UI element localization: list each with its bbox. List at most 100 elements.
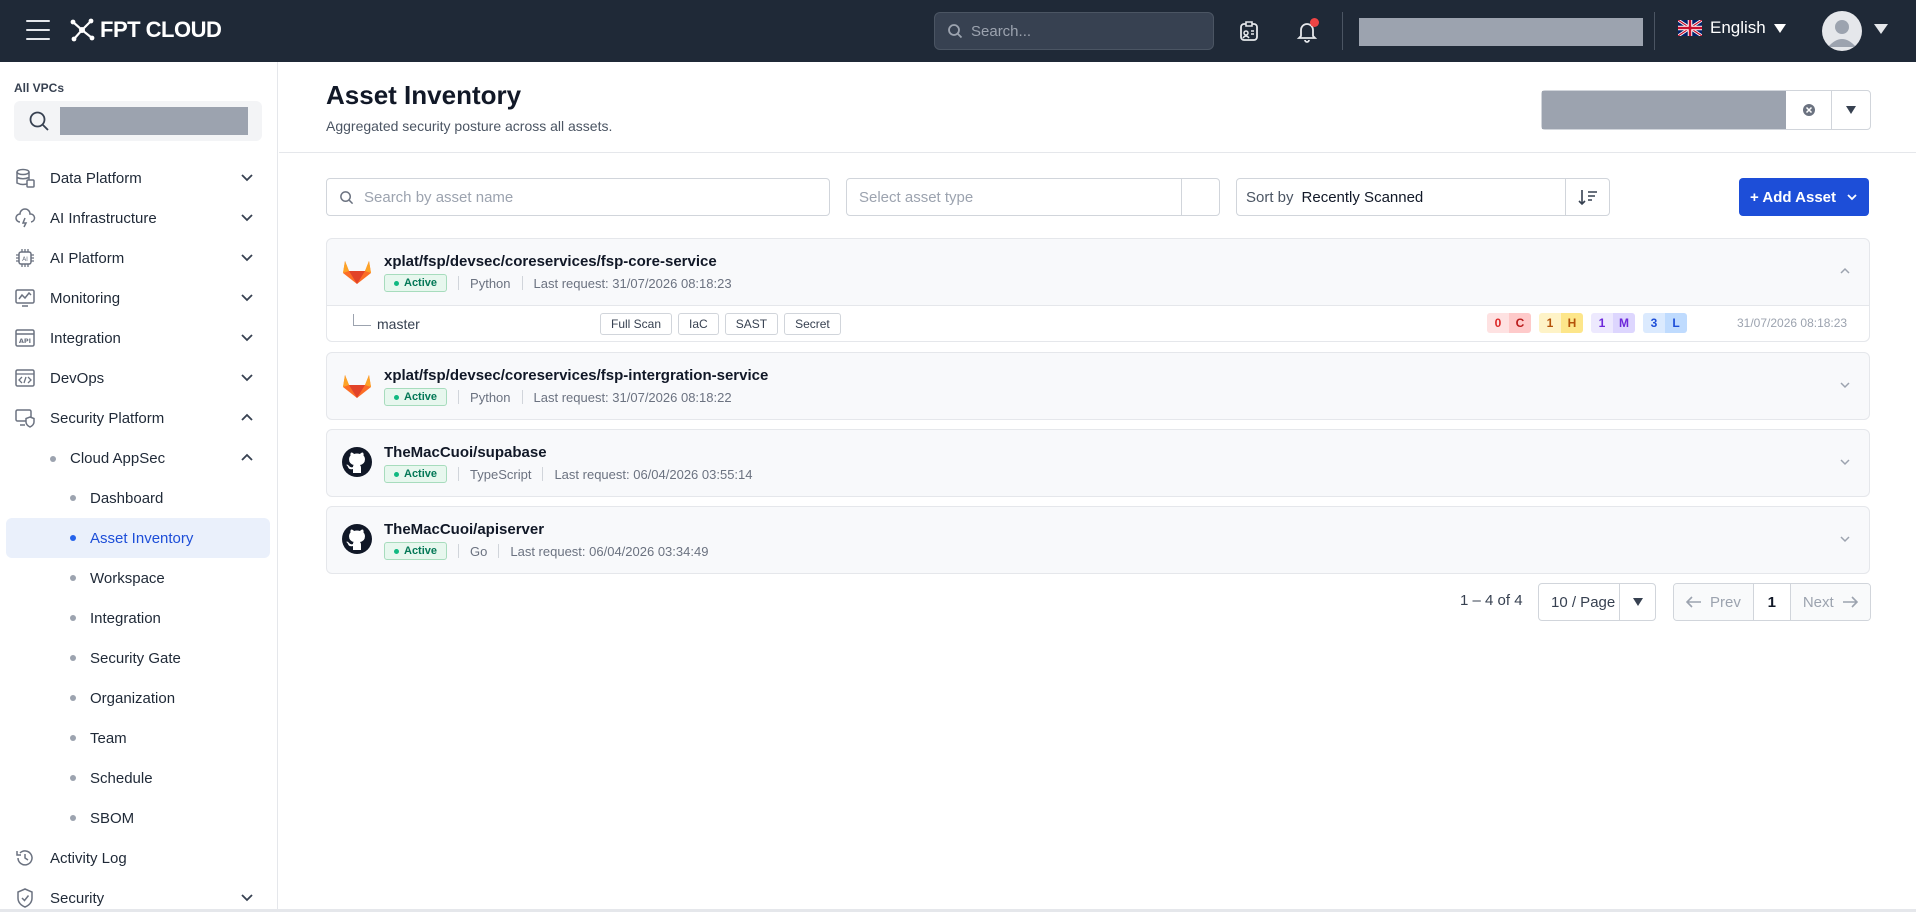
sidebar-item-schedule[interactable]: Schedule bbox=[0, 758, 277, 798]
sort-direction-button[interactable] bbox=[1565, 179, 1609, 215]
redacted-field bbox=[1359, 18, 1643, 46]
status-badge: Active bbox=[384, 542, 448, 560]
chevron-down-icon[interactable] bbox=[1839, 534, 1851, 544]
sidebar-item-label: Workspace bbox=[90, 569, 165, 587]
sidebar-item-label: Dashboard bbox=[90, 489, 164, 507]
sidebar-item-security[interactable]: Security bbox=[0, 878, 277, 912]
pagination: Prev 1 Next bbox=[1673, 583, 1871, 621]
language-selector[interactable]: English bbox=[1678, 18, 1786, 38]
global-search[interactable] bbox=[934, 12, 1214, 50]
sidebar-item-activity-log[interactable]: Activity Log bbox=[0, 838, 277, 878]
page-number-button[interactable]: 1 bbox=[1752, 584, 1791, 620]
vpc-selector[interactable] bbox=[14, 101, 262, 141]
page-size-dropdown-toggle[interactable] bbox=[1619, 584, 1655, 620]
sidebar-item-label: SBOM bbox=[90, 809, 135, 827]
sidebar-item-security-platform[interactable]: Security Platform bbox=[0, 398, 277, 438]
sidebar-item-cloud-appsec[interactable]: Cloud AppSec bbox=[0, 438, 277, 478]
code-window-icon bbox=[15, 369, 35, 387]
redacted-project-name bbox=[1542, 91, 1786, 129]
sidebar-item-label: Team bbox=[90, 729, 127, 747]
shield-check-icon bbox=[17, 888, 33, 908]
asset-language: TypeScript bbox=[470, 466, 532, 482]
sidebar-item-asset-inventory[interactable]: Asset Inventory bbox=[6, 518, 270, 558]
asset-card: TheMacCuoi/apiserver Active Go Last requ… bbox=[326, 506, 1870, 574]
asset-card-header[interactable]: TheMacCuoi/apiserver Active Go Last requ… bbox=[327, 507, 1869, 573]
main-content: Asset Inventory Aggregated security post… bbox=[279, 62, 1916, 912]
sidebar-item-organization[interactable]: Organization bbox=[0, 678, 277, 718]
notifications-button[interactable] bbox=[1294, 18, 1320, 44]
sidebar-item-appsec-integration[interactable]: Integration bbox=[0, 598, 277, 638]
sidebar-item-monitoring[interactable]: Monitoring bbox=[0, 278, 277, 318]
separator bbox=[458, 276, 460, 290]
chevron-up-icon[interactable] bbox=[1839, 266, 1851, 276]
scan-tag-secret[interactable]: Secret bbox=[784, 313, 841, 335]
clear-selection-button[interactable] bbox=[1786, 91, 1832, 129]
add-asset-button[interactable]: + Add Asset bbox=[1739, 178, 1869, 216]
next-page-button[interactable]: Next bbox=[1790, 584, 1870, 620]
menu-icon[interactable] bbox=[26, 20, 50, 40]
user-avatar[interactable] bbox=[1822, 11, 1862, 51]
asset-card-header[interactable]: TheMacCuoi/supabase Active TypeScript La… bbox=[327, 430, 1869, 496]
sort-select[interactable]: Sort by Recently Scanned bbox=[1236, 178, 1610, 216]
sidebar-item-label: Cloud AppSec bbox=[70, 449, 166, 467]
sidebar-item-label: Schedule bbox=[90, 769, 153, 787]
asset-search-input[interactable] bbox=[364, 188, 814, 206]
sidebar-item-team[interactable]: Team bbox=[0, 718, 277, 758]
asset-card: xplat/fsp/devsec/coreservices/fsp-interg… bbox=[326, 352, 1870, 420]
bullet-dot bbox=[70, 615, 76, 621]
sidebar-item-dashboard[interactable]: Dashboard bbox=[0, 478, 277, 518]
global-search-input[interactable] bbox=[971, 22, 1201, 40]
asset-name[interactable]: TheMacCuoi/supabase bbox=[384, 444, 547, 461]
chevron-down-icon[interactable] bbox=[1839, 457, 1851, 467]
asset-type-dropdown-toggle[interactable] bbox=[1181, 179, 1219, 215]
sidebar-item-security-gate[interactable]: Security Gate bbox=[0, 638, 277, 678]
chevron-down-icon[interactable] bbox=[1839, 380, 1851, 390]
asset-card-header[interactable]: xplat/fsp/devsec/coreservices/fsp-interg… bbox=[327, 353, 1869, 419]
sidebar-item-workspace[interactable]: Workspace bbox=[0, 558, 277, 598]
scan-tag-sast[interactable]: SAST bbox=[724, 313, 779, 335]
asset-search[interactable] bbox=[326, 178, 830, 216]
chevron-down-icon bbox=[241, 294, 253, 302]
chevron-up-icon bbox=[241, 453, 253, 461]
asset-meta: Active Python Last request: 31/07/2026 0… bbox=[384, 274, 732, 292]
scan-tag-iac[interactable]: IaC bbox=[678, 313, 719, 335]
user-menu-caret-icon[interactable] bbox=[1874, 24, 1888, 34]
chevron-down-icon bbox=[241, 334, 253, 342]
sidebar-item-ai-infrastructure[interactable]: AI Infrastructure bbox=[0, 198, 277, 238]
sort-label: Sort by bbox=[1246, 188, 1294, 206]
sidebar-item-data-platform[interactable]: Data Platform bbox=[0, 158, 277, 198]
next-label: Next bbox=[1802, 593, 1834, 611]
fpt-cloud-logo[interactable]: FPT CLOUD bbox=[68, 16, 222, 44]
status-badge: Active bbox=[384, 388, 448, 406]
gitlab-icon bbox=[343, 375, 371, 398]
asset-name[interactable]: xplat/fsp/devsec/coreservices/fsp-core-s… bbox=[384, 253, 717, 270]
tasks-icon[interactable] bbox=[1236, 18, 1262, 44]
project-selector[interactable] bbox=[1541, 90, 1871, 130]
branch-row[interactable]: master Full Scan IaC SAST Secret 0 C 1 H… bbox=[327, 305, 1869, 341]
divider bbox=[1654, 12, 1655, 50]
asset-type-select[interactable]: Select asset type bbox=[846, 178, 1220, 216]
scan-tag-full-scan[interactable]: Full Scan bbox=[600, 313, 673, 335]
shield-monitor-icon bbox=[15, 409, 35, 428]
logo-mark-icon bbox=[70, 18, 95, 42]
page-size-select[interactable]: 10 / Page bbox=[1538, 583, 1656, 621]
asset-name[interactable]: TheMacCuoi/apiserver bbox=[384, 521, 544, 538]
bullet-dot bbox=[70, 735, 76, 741]
separator bbox=[521, 390, 523, 404]
asset-last-request: Last request: 06/04/2026 03:55:14 bbox=[554, 466, 753, 482]
asset-name[interactable]: xplat/fsp/devsec/coreservices/fsp-interg… bbox=[384, 367, 768, 384]
separator bbox=[498, 544, 500, 558]
language-label: English bbox=[1710, 18, 1766, 37]
chevron-down-icon bbox=[241, 214, 253, 222]
sidebar-item-label: Asset Inventory bbox=[90, 529, 194, 547]
header-divider bbox=[279, 152, 1916, 153]
severity-high: 1 H bbox=[1539, 313, 1583, 333]
sidebar-item-sbom[interactable]: SBOM bbox=[0, 798, 277, 838]
sidebar-item-ai-platform[interactable]: AI AI Platform bbox=[0, 238, 277, 278]
prev-page-button[interactable]: Prev bbox=[1674, 584, 1753, 620]
asset-card-header[interactable]: xplat/fsp/devsec/coreservices/fsp-core-s… bbox=[327, 239, 1869, 305]
project-dropdown-toggle[interactable] bbox=[1832, 91, 1870, 129]
sidebar-item-integration[interactable]: API Integration bbox=[0, 318, 277, 358]
sidebar-item-devops[interactable]: DevOps bbox=[0, 358, 277, 398]
asset-type-placeholder: Select asset type bbox=[859, 188, 974, 206]
